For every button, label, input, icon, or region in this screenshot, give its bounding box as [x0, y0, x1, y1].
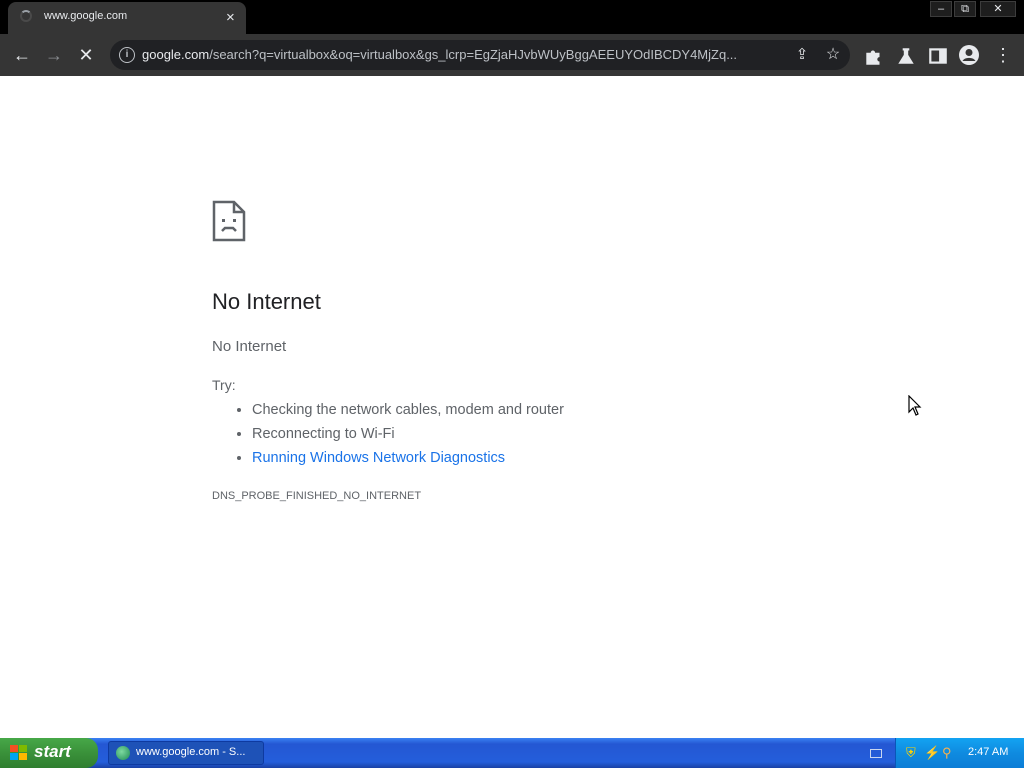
tab-close-icon[interactable]: × [226, 8, 235, 28]
labs-flask-icon[interactable] [895, 45, 917, 67]
network-icon[interactable]: ⚡ [924, 745, 940, 761]
site-info-icon[interactable]: i [119, 47, 135, 63]
taskbar-item-label: www.google.com - S... [136, 746, 246, 758]
title-bar: www.google.com × – ⧉ ✕ [0, 0, 1024, 34]
stop-icon[interactable]: ✕ [75, 44, 97, 66]
close-window-button[interactable]: ✕ [980, 1, 1016, 17]
network-diagnostics-link[interactable]: Running Windows Network Diagnostics [252, 450, 505, 466]
error-code: DNS_PROBE_FINISHED_NO_INTERNET [212, 490, 422, 502]
browser-toolbar: ← → ✕ i google.com/search?q=virtualbox&o… [0, 34, 1024, 76]
forward-icon[interactable]: → [43, 44, 65, 66]
minimize-button[interactable]: – [930, 1, 952, 17]
clock[interactable]: 2:47 AM [968, 746, 1008, 758]
keyboard-icon[interactable] [870, 749, 882, 758]
address-bar[interactable]: i google.com/search?q=virtualbox&oq=virt… [110, 40, 850, 70]
security-shield-icon[interactable]: ⛨ [906, 745, 916, 761]
search-icon[interactable]: ⚲ [942, 745, 952, 761]
side-panel-icon[interactable] [927, 45, 949, 67]
taskbar-item-chrome[interactable]: www.google.com - S... [108, 741, 264, 765]
url-text[interactable]: google.com/search?q=virtualbox&oq=virtua… [142, 47, 782, 62]
tab-active[interactable]: www.google.com × [8, 2, 246, 34]
back-icon[interactable]: ← [11, 44, 33, 66]
profile-avatar-icon[interactable] [958, 44, 980, 66]
try-label: Try: [212, 377, 236, 393]
restore-button[interactable]: ⧉ [954, 1, 976, 17]
suggestion-list: Checking the network cables, modem and r… [212, 400, 564, 472]
taskbar: start www.google.com - S... ⛨ ⚡ ⚲ 2:47 A… [0, 738, 1024, 768]
start-label: start [34, 742, 71, 761]
loading-spinner-icon [20, 10, 32, 22]
extensions-puzzle-icon[interactable] [863, 45, 885, 67]
start-button[interactable]: start [0, 738, 98, 768]
chrome-icon [116, 746, 130, 760]
bookmark-star-icon[interactable]: ☆ [822, 44, 844, 66]
suggestion-item: Reconnecting to Wi-Fi [252, 424, 564, 448]
tab-title: www.google.com [44, 10, 128, 22]
menu-kebab-icon[interactable]: ⋮ [992, 44, 1014, 66]
error-title: No Internet [212, 289, 321, 314]
suggestion-item: Checking the network cables, modem and r… [252, 400, 564, 424]
share-icon[interactable]: ⇪ [791, 44, 813, 66]
mouse-cursor-icon [908, 395, 922, 416]
url-path: /search?q=virtualbox&oq=virtualbox&gs_lc… [209, 47, 738, 62]
suggestion-item: Running Windows Network Diagnostics [252, 448, 564, 472]
sad-page-icon [212, 200, 246, 242]
system-tray: ⛨ ⚡ ⚲ 2:47 AM [895, 738, 1024, 768]
url-host: google.com [142, 47, 210, 62]
error-subtitle: No Internet [212, 338, 287, 355]
windows-flag-icon [10, 745, 27, 760]
